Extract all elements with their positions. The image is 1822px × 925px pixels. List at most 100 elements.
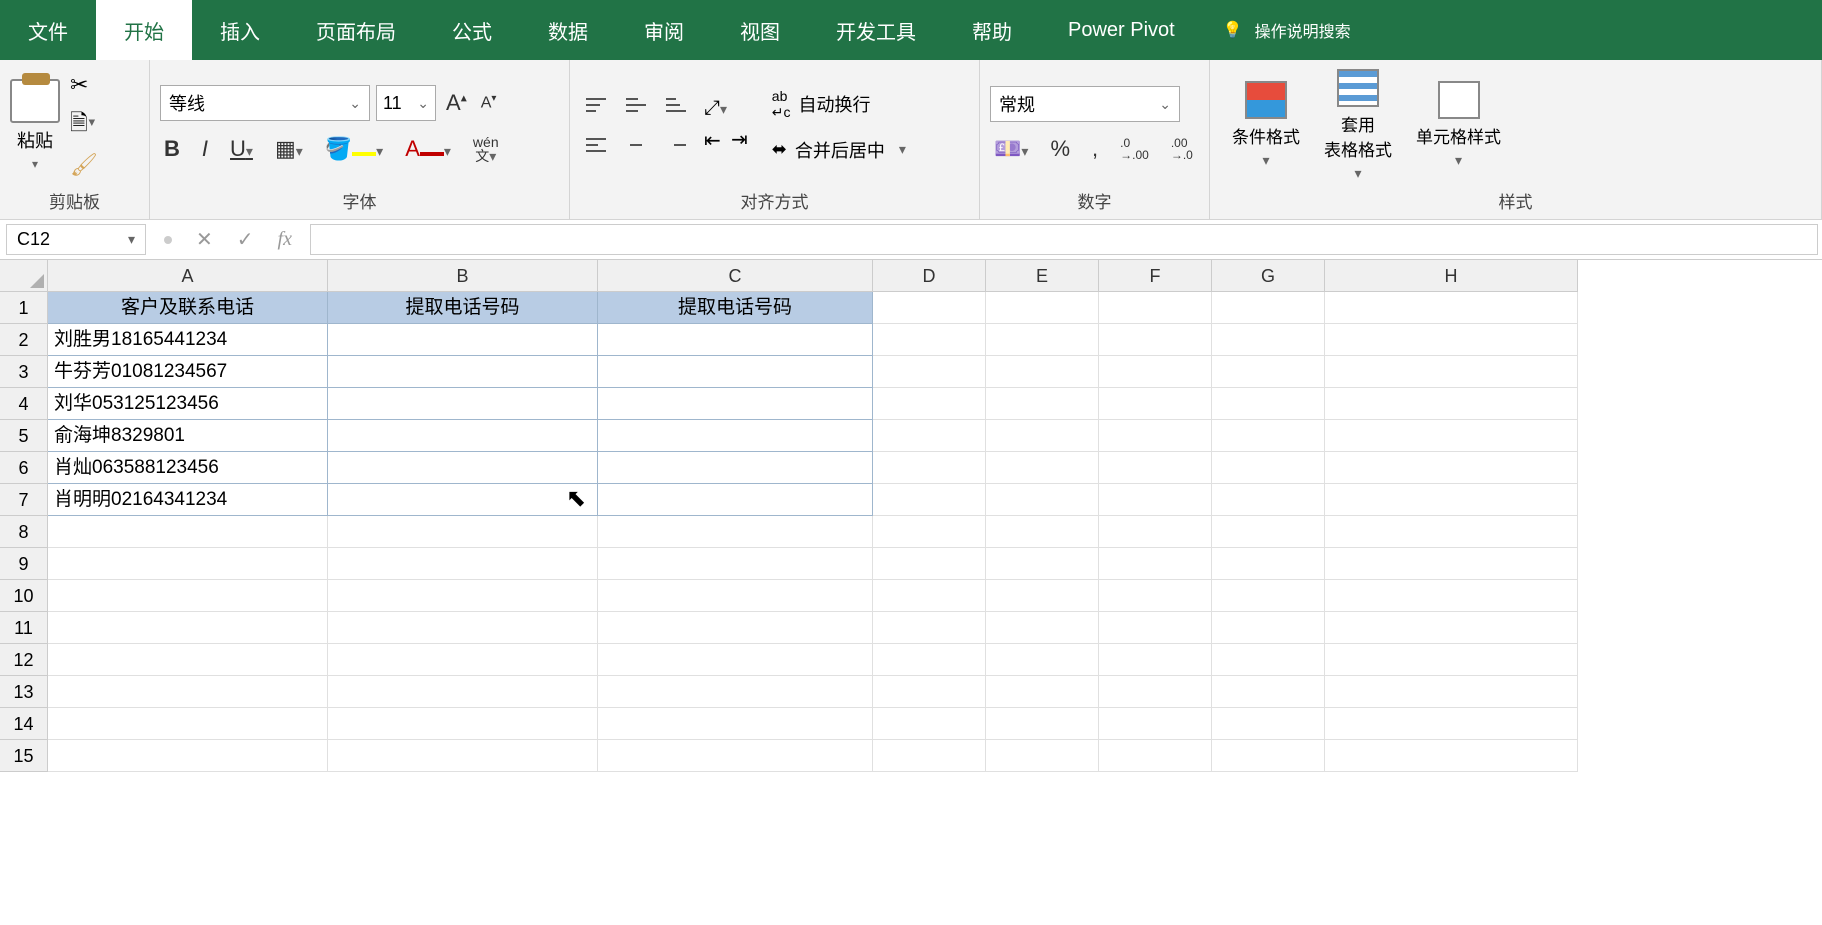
cell-D8[interactable]: [873, 516, 986, 548]
cell-F12[interactable]: [1099, 644, 1212, 676]
cell-H3[interactable]: [1325, 356, 1578, 388]
cell-G3[interactable]: [1212, 356, 1325, 388]
col-header-E[interactable]: E: [986, 260, 1099, 292]
cell-G13[interactable]: [1212, 676, 1325, 708]
accounting-format-button[interactable]: 💷▾: [990, 134, 1032, 164]
col-header-H[interactable]: H: [1325, 260, 1578, 292]
cell-E8[interactable]: [986, 516, 1099, 548]
cell-G14[interactable]: [1212, 708, 1325, 740]
font-name-select[interactable]: 等线⌄: [160, 85, 370, 121]
font-size-select[interactable]: 11⌄: [376, 85, 436, 121]
cell-G8[interactable]: [1212, 516, 1325, 548]
tab-帮助[interactable]: 帮助: [944, 0, 1040, 60]
enter-icon[interactable]: ✓: [237, 227, 254, 252]
copy-icon[interactable]: 🗎▾: [70, 106, 98, 144]
cell-B8[interactable]: [328, 516, 598, 548]
cell-A2[interactable]: 刘胜男18165441234: [48, 324, 328, 356]
cell-D7[interactable]: [873, 484, 986, 516]
row-header-7[interactable]: 7: [0, 484, 48, 516]
cell-F11[interactable]: [1099, 612, 1212, 644]
paste-icon[interactable]: [10, 79, 60, 123]
tab-数据[interactable]: 数据: [520, 0, 616, 60]
row-header-13[interactable]: 13: [0, 676, 48, 708]
cell-F14[interactable]: [1099, 708, 1212, 740]
cell-F13[interactable]: [1099, 676, 1212, 708]
cell-F15[interactable]: [1099, 740, 1212, 772]
percent-button[interactable]: %: [1046, 134, 1074, 164]
cell-G4[interactable]: [1212, 388, 1325, 420]
orientation-button[interactable]: ⤢▾: [704, 97, 727, 120]
cell-F4[interactable]: [1099, 388, 1212, 420]
cell-B13[interactable]: [328, 676, 598, 708]
cell-E7[interactable]: [986, 484, 1099, 516]
cell-C3[interactable]: [598, 356, 873, 388]
cell-H10[interactable]: [1325, 580, 1578, 612]
cell-B15[interactable]: [328, 740, 598, 772]
tab-插入[interactable]: 插入: [192, 0, 288, 60]
cell-E13[interactable]: [986, 676, 1099, 708]
cell-G2[interactable]: [1212, 324, 1325, 356]
cell-D6[interactable]: [873, 452, 986, 484]
cell-H2[interactable]: [1325, 324, 1578, 356]
decrease-decimal-button[interactable]: .00→.0: [1167, 135, 1197, 163]
col-header-D[interactable]: D: [873, 260, 986, 292]
cell-D2[interactable]: [873, 324, 986, 356]
row-header-15[interactable]: 15: [0, 740, 48, 772]
cell-D3[interactable]: [873, 356, 986, 388]
cell-H5[interactable]: [1325, 420, 1578, 452]
tab-开发工具[interactable]: 开发工具: [808, 0, 944, 60]
cell-A6[interactable]: 肖灿063588123456: [48, 452, 328, 484]
cell-D1[interactable]: [873, 292, 986, 324]
cell-G5[interactable]: [1212, 420, 1325, 452]
cell-E15[interactable]: [986, 740, 1099, 772]
row-header-4[interactable]: 4: [0, 388, 48, 420]
cell-C2[interactable]: [598, 324, 873, 356]
cell-H7[interactable]: [1325, 484, 1578, 516]
cell-C13[interactable]: [598, 676, 873, 708]
cell-B1[interactable]: 提取电话号码: [328, 292, 598, 324]
decrease-indent-button[interactable]: ⇤: [704, 128, 727, 153]
col-header-C[interactable]: C: [598, 260, 873, 292]
tab-视图[interactable]: 视图: [712, 0, 808, 60]
cell-A1[interactable]: 客户及联系电话: [48, 292, 328, 324]
increase-decimal-button[interactable]: .0→.00: [1116, 135, 1153, 163]
cell-C7[interactable]: [598, 484, 873, 516]
tab-页面布局[interactable]: 页面布局: [288, 0, 424, 60]
paste-dropdown[interactable]: ▾: [32, 157, 38, 171]
cell-D11[interactable]: [873, 612, 986, 644]
cell-F8[interactable]: [1099, 516, 1212, 548]
cell-G9[interactable]: [1212, 548, 1325, 580]
cell-F1[interactable]: [1099, 292, 1212, 324]
cell-F9[interactable]: [1099, 548, 1212, 580]
cell-G7[interactable]: [1212, 484, 1325, 516]
align-right-button[interactable]: [660, 129, 692, 161]
cell-C15[interactable]: [598, 740, 873, 772]
cell-E10[interactable]: [986, 580, 1099, 612]
cell-C9[interactable]: [598, 548, 873, 580]
cell-E6[interactable]: [986, 452, 1099, 484]
row-header-11[interactable]: 11: [0, 612, 48, 644]
cell-H13[interactable]: [1325, 676, 1578, 708]
cell-G6[interactable]: [1212, 452, 1325, 484]
row-header-12[interactable]: 12: [0, 644, 48, 676]
shrink-font-button[interactable]: A▾: [477, 91, 501, 114]
name-box[interactable]: C12▾: [6, 224, 146, 255]
cell-A13[interactable]: [48, 676, 328, 708]
cell-A5[interactable]: 俞海坤8329801: [48, 420, 328, 452]
cell-F3[interactable]: [1099, 356, 1212, 388]
align-center-button[interactable]: [620, 129, 652, 161]
cell-A10[interactable]: [48, 580, 328, 612]
cell-G1[interactable]: [1212, 292, 1325, 324]
cell-F6[interactable]: [1099, 452, 1212, 484]
cell-H9[interactable]: [1325, 548, 1578, 580]
cell-B4[interactable]: [328, 388, 598, 420]
cell-G11[interactable]: [1212, 612, 1325, 644]
col-header-G[interactable]: G: [1212, 260, 1325, 292]
cell-F5[interactable]: [1099, 420, 1212, 452]
cell-B5[interactable]: [328, 420, 598, 452]
format-as-table-button[interactable]: 套用 表格格式 ▾: [1312, 69, 1404, 182]
font-color-button[interactable]: A▾: [401, 134, 455, 164]
cell-A11[interactable]: [48, 612, 328, 644]
cell-H1[interactable]: [1325, 292, 1578, 324]
cell-E9[interactable]: [986, 548, 1099, 580]
